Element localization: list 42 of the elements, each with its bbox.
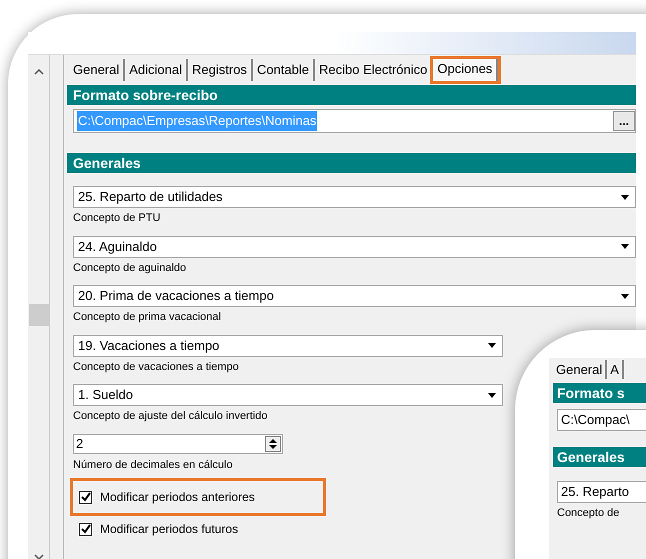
path-field[interactable]: C:\Compac\ (557, 409, 646, 431)
field-caption: Concepto de vacaciones a tiempo (73, 360, 239, 374)
tab[interactable]: Opciones (433, 59, 498, 81)
section-header: Generales (67, 153, 636, 173)
dropdown-field[interactable]: 24. Aguinaldo (73, 236, 636, 258)
dropdown-arrow-icon (488, 343, 496, 348)
checkbox[interactable] (79, 490, 92, 504)
scroll-up-icon[interactable] (34, 69, 44, 75)
dropdown-field[interactable]: 1. Sueldo (73, 384, 503, 406)
field-caption: Concepto de (557, 506, 620, 521)
checkbox[interactable] (79, 522, 92, 536)
dropdown-field[interactable]: 25. Reparto de utilidades (73, 186, 636, 208)
scrollbar[interactable] (28, 55, 50, 559)
tab[interactable]: Contable (252, 59, 315, 81)
tab[interactable]: Adicional (125, 59, 188, 81)
number-spinner[interactable]: 2 (73, 434, 283, 454)
dropdown-arrow-icon (621, 294, 629, 298)
checkbox-row[interactable]: Modificar periodos anteriores (73, 481, 323, 513)
field-caption: Concepto de aguinaldo (73, 260, 186, 276)
checkbox-label: Modificar periodos anteriores (100, 489, 255, 506)
dropdown-arrow-icon (621, 194, 629, 200)
dropdown-field[interactable]: 20. Prima de vacaciones a tiempo (73, 285, 636, 307)
spinner-arrows-icon[interactable] (265, 436, 281, 452)
checkbox-label: Modificar periodos futuros (100, 521, 238, 538)
scrollbar-thumb[interactable] (28, 304, 48, 326)
field-caption: Número de decimales en cálculo (73, 458, 233, 472)
tab[interactable]: General (553, 360, 608, 379)
dropdown-field[interactable]: 19. Vacaciones a tiempo (73, 334, 503, 356)
dropdown-field[interactable]: 25. Reparto (557, 481, 646, 503)
field-caption: Concepto de PTU (73, 211, 160, 226)
section-header: Generales (553, 447, 646, 467)
tab[interactable]: Registros (188, 59, 253, 81)
field-caption: Concepto de ajuste del cálculo invertido (73, 409, 268, 424)
scroll-down-icon[interactable] (34, 554, 44, 559)
section-header: Formato s (553, 383, 646, 403)
tab[interactable]: A (607, 360, 624, 379)
dropdown-arrow-icon (488, 392, 496, 398)
checkbox-row[interactable]: Modificar periodos futuros (73, 513, 323, 545)
tab[interactable]: General (69, 59, 126, 81)
dropdown-arrow-icon (621, 244, 629, 249)
section-header: Formato sobre-recibo (67, 85, 636, 105)
field-caption: Concepto de prima vacacional (73, 310, 221, 325)
